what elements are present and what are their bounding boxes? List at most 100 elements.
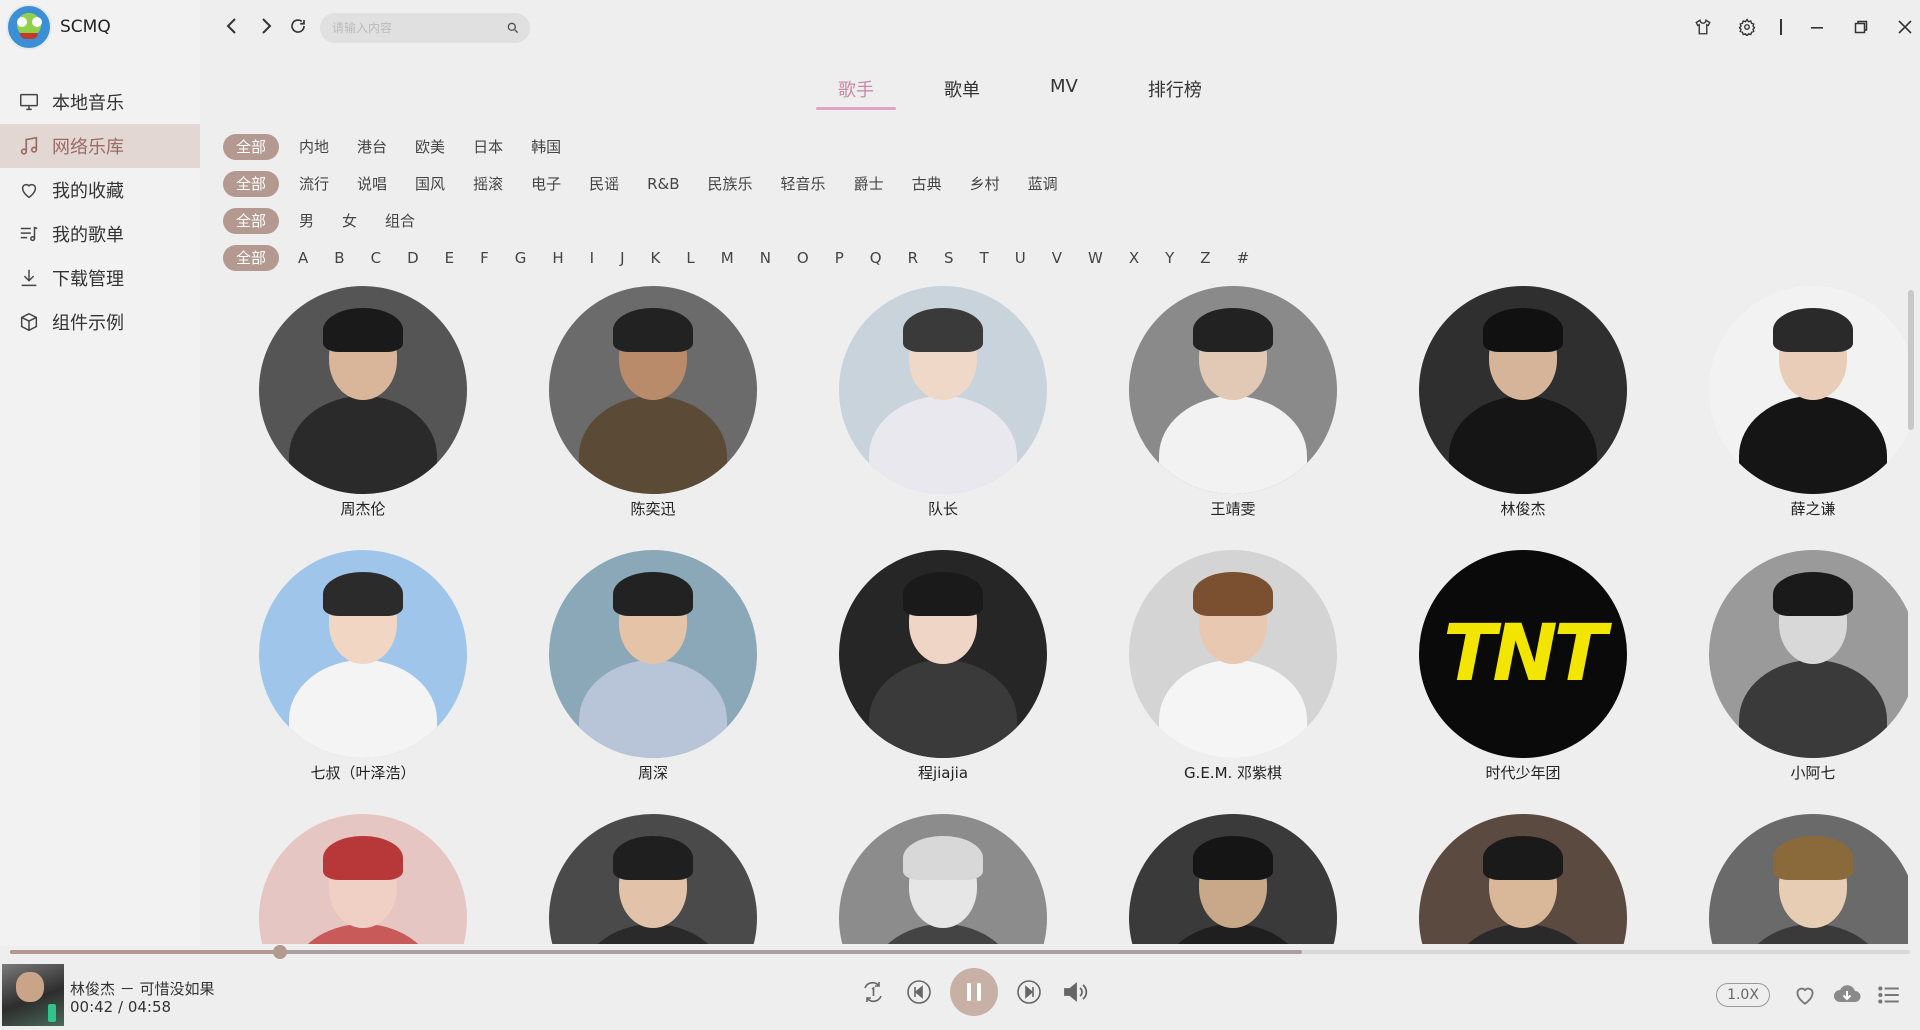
singer-avatar[interactable] <box>1709 286 1908 494</box>
previous-button[interactable] <box>904 977 934 1007</box>
sidebar-item-favorites[interactable]: 我的收藏 <box>0 168 200 212</box>
singer-avatar[interactable] <box>1419 286 1627 494</box>
tab-mv[interactable]: MV <box>1050 74 1078 110</box>
filter-option-letters[interactable]: L <box>673 245 707 271</box>
scrollbar[interactable] <box>1908 290 1914 430</box>
filter-option-letters[interactable]: F <box>467 245 502 271</box>
singer-avatar[interactable]: TNT <box>1419 550 1627 758</box>
filter-option-genre[interactable]: 民族乐 <box>694 171 767 197</box>
singer-card[interactable] <box>1378 814 1668 944</box>
singer-card[interactable]: G.E.M. 邓紫棋 <box>1088 550 1378 784</box>
singer-card[interactable] <box>508 814 798 944</box>
playback-progress[interactable] <box>10 945 1910 959</box>
filter-option-letters[interactable]: Q <box>857 245 895 271</box>
singer-avatar[interactable] <box>1709 550 1908 758</box>
singer-card[interactable]: 林俊杰 <box>1378 286 1668 520</box>
sidebar-item-local-music[interactable]: 本地音乐 <box>0 80 200 124</box>
filter-option-genre[interactable]: 摇滚 <box>459 171 517 197</box>
singer-avatar[interactable] <box>839 814 1047 944</box>
filter-option-letters[interactable]: N <box>747 245 784 271</box>
singer-avatar[interactable] <box>1129 550 1337 758</box>
filter-option-letters[interactable]: I <box>577 245 607 271</box>
sidebar-item-online-library[interactable]: 网络乐库 <box>0 124 200 168</box>
singer-name[interactable]: 队长 <box>928 498 958 520</box>
filter-option-genre[interactable]: 蓝调 <box>1014 171 1072 197</box>
back-button[interactable] <box>220 14 244 38</box>
skin-button[interactable] <box>1692 16 1714 38</box>
sidebar-item-components[interactable]: 组件示例 <box>0 300 200 344</box>
filter-option-region[interactable]: 韩国 <box>517 134 575 160</box>
minimize-button[interactable] <box>1806 16 1828 38</box>
singer-card[interactable]: 王靖雯 <box>1088 286 1378 520</box>
filter-option-genre[interactable]: 轻音乐 <box>767 171 840 197</box>
filter-all-genre[interactable]: 全部 <box>223 170 280 197</box>
filter-option-genre[interactable]: 爵士 <box>840 171 898 197</box>
singer-name[interactable]: 林俊杰 <box>1500 498 1545 520</box>
filter-option-letters[interactable]: K <box>638 245 674 271</box>
search-input[interactable] <box>332 21 492 35</box>
singer-card[interactable] <box>1088 814 1378 944</box>
filter-option-letters[interactable]: # <box>1224 245 1263 271</box>
filter-option-letters[interactable]: Z <box>1187 245 1223 271</box>
filter-option-letters[interactable]: O <box>784 245 822 271</box>
filter-option-letters[interactable]: P <box>822 245 857 271</box>
singer-card[interactable]: 队长 <box>798 286 1088 520</box>
singer-avatar[interactable] <box>1419 814 1627 944</box>
restore-button[interactable] <box>1850 16 1872 38</box>
refresh-button[interactable] <box>286 14 310 38</box>
filter-option-letters[interactable]: T <box>967 245 1002 271</box>
filter-option-region[interactable]: 内地 <box>285 134 343 160</box>
filter-option-gender[interactable]: 组合 <box>371 208 429 234</box>
singer-avatar[interactable] <box>259 550 467 758</box>
filter-option-letters[interactable]: Y <box>1152 245 1187 271</box>
pause-button[interactable] <box>950 968 998 1016</box>
sidebar-item-playlists[interactable]: 我的歌单 <box>0 212 200 256</box>
singer-card[interactable]: 陈奕迅 <box>508 286 798 520</box>
filter-option-genre[interactable]: R&B <box>633 171 693 197</box>
filter-option-letters[interactable]: R <box>895 245 931 271</box>
singer-card[interactable] <box>218 814 508 944</box>
search-icon[interactable] <box>506 21 520 35</box>
singer-card[interactable]: TNT 时代少年团 <box>1378 550 1668 784</box>
singer-card[interactable] <box>798 814 1088 944</box>
singer-avatar[interactable] <box>1709 814 1908 944</box>
filter-option-region[interactable]: 港台 <box>343 134 401 160</box>
forward-button[interactable] <box>254 14 278 38</box>
filter-option-genre[interactable]: 乡村 <box>956 171 1014 197</box>
filter-option-region[interactable]: 日本 <box>459 134 517 160</box>
filter-option-letters[interactable]: A <box>285 245 321 271</box>
singer-avatar[interactable] <box>259 286 467 494</box>
download-button[interactable] <box>1832 980 1862 1010</box>
singer-card[interactable]: 周杰伦 <box>218 286 508 520</box>
singer-avatar[interactable] <box>1129 286 1337 494</box>
filter-option-letters[interactable]: J <box>607 245 637 271</box>
singer-card[interactable]: 小阿七 <box>1668 550 1908 784</box>
loop-button[interactable] <box>858 977 888 1007</box>
singer-name[interactable]: 陈奕迅 <box>630 498 675 520</box>
singer-name[interactable]: G.E.M. 邓紫棋 <box>1184 762 1282 784</box>
progress-knob[interactable] <box>272 945 287 959</box>
singer-name[interactable]: 薛之谦 <box>1790 498 1835 520</box>
singer-card[interactable] <box>1668 814 1908 944</box>
tab-singers[interactable]: 歌手 <box>816 74 896 110</box>
singer-card[interactable]: 七叔（叶泽浩） <box>218 550 508 784</box>
singer-name[interactable]: 周深 <box>638 762 668 784</box>
singer-name[interactable]: 时代少年团 <box>1485 762 1560 784</box>
sidebar-item-downloads[interactable]: 下载管理 <box>0 256 200 300</box>
playlist-button[interactable] <box>1874 980 1904 1010</box>
filter-option-genre[interactable]: 古典 <box>898 171 956 197</box>
singer-card[interactable]: 薛之谦 <box>1668 286 1908 520</box>
filter-option-region[interactable]: 欧美 <box>401 134 459 160</box>
filter-option-letters[interactable]: W <box>1075 245 1116 271</box>
singer-name[interactable]: 七叔（叶泽浩） <box>310 762 415 784</box>
singer-avatar[interactable] <box>549 286 757 494</box>
filter-all-region[interactable]: 全部 <box>223 133 280 160</box>
filter-option-genre[interactable]: 民谣 <box>575 171 633 197</box>
volume-button[interactable] <box>1060 977 1090 1007</box>
filter-option-letters[interactable]: D <box>394 245 432 271</box>
filter-option-genre[interactable]: 流行 <box>285 171 343 197</box>
filter-all-gender[interactable]: 全部 <box>223 207 280 234</box>
tab-charts[interactable]: 排行榜 <box>1148 74 1202 110</box>
singer-avatar[interactable] <box>1129 814 1337 944</box>
filter-option-genre[interactable]: 国风 <box>401 171 459 197</box>
